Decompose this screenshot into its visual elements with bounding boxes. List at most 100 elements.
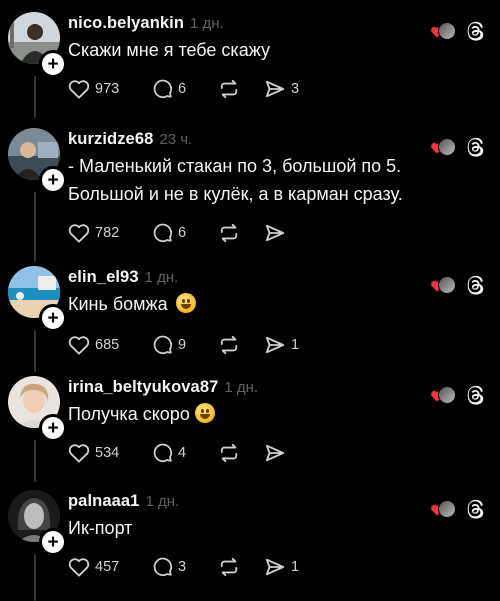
comment-text: - Маленький стакан по 3, большой по 5. Б…	[68, 152, 478, 208]
author-avatar-mini	[438, 276, 456, 294]
reply-count: 3	[178, 558, 187, 575]
username[interactable]: irina_beltyukova87	[68, 378, 218, 397]
repost-arrows-icon	[220, 443, 238, 462]
comment-bubble-icon	[153, 79, 173, 99]
like-count: 457	[95, 558, 120, 575]
comment-text: Кинь бомжа	[68, 290, 478, 318]
repost-button[interactable]	[218, 79, 264, 99]
repost-button[interactable]	[218, 443, 264, 463]
thread-line	[34, 554, 36, 601]
liked-by-author-indicator	[430, 386, 456, 404]
share-button[interactable]: 1	[264, 335, 314, 355]
like-button[interactable]: 534	[68, 443, 152, 463]
repost-button[interactable]	[218, 557, 264, 577]
thread-line	[34, 440, 36, 482]
heart-outline-icon	[68, 557, 90, 577]
repost-button[interactable]	[218, 223, 264, 243]
repost-button[interactable]	[218, 335, 264, 355]
liked-by-author-indicator	[430, 276, 456, 294]
threads-logo-icon[interactable]	[464, 384, 486, 406]
share-button[interactable]	[264, 443, 314, 463]
comment-bubble-icon	[153, 557, 173, 577]
share-button[interactable]	[264, 223, 314, 243]
username[interactable]: palnaaa1	[68, 492, 139, 511]
timestamp: 23 ч.	[159, 131, 193, 148]
like-count: 534	[95, 444, 120, 461]
timestamp: 1 дн.	[224, 379, 259, 396]
send-arrow-icon	[265, 444, 285, 461]
heart-outline-icon	[68, 335, 90, 355]
reply-button[interactable]: 6	[152, 78, 218, 99]
reply-button[interactable]: 4	[152, 442, 218, 463]
repost-arrows-icon	[220, 335, 238, 354]
repost-arrows-icon	[220, 79, 238, 98]
follow-plus-button[interactable]: +	[39, 304, 67, 332]
share-count: 1	[291, 558, 300, 575]
author-avatar-mini	[438, 22, 456, 40]
liked-by-author-indicator	[430, 138, 456, 156]
send-arrow-icon	[265, 80, 285, 97]
like-button[interactable]: 973	[68, 79, 152, 99]
reply-button[interactable]: 9	[152, 334, 218, 355]
reply-button[interactable]: 3	[152, 556, 218, 577]
username[interactable]: nico.belyankin	[68, 14, 184, 33]
comment-bubble-icon	[153, 223, 173, 243]
repost-arrows-icon	[220, 223, 238, 242]
send-arrow-icon	[265, 336, 285, 353]
like-button[interactable]: 457	[68, 557, 152, 577]
comment-post: + irina_beltyukova87 1 дн. Получка скоро…	[0, 376, 500, 482]
reply-count: 6	[178, 80, 187, 97]
username[interactable]: elin_el93	[68, 268, 139, 287]
author-avatar-mini	[438, 138, 456, 156]
like-count: 782	[95, 224, 120, 241]
like-count: 973	[95, 80, 120, 97]
heart-outline-icon	[68, 79, 90, 99]
follow-plus-button[interactable]: +	[39, 528, 67, 556]
like-button[interactable]: 685	[68, 335, 152, 355]
comment-text-content: Получка скоро	[68, 404, 190, 424]
repost-arrows-icon	[220, 557, 238, 576]
heart-outline-icon	[68, 443, 90, 463]
timestamp: 1 дн.	[190, 15, 224, 32]
comment-post: + palnaaa1 1 дн. Ик-порт 457 3 1	[0, 490, 500, 601]
thread-line	[34, 76, 36, 118]
comment-text: Ик-порт	[68, 514, 478, 542]
send-arrow-icon	[265, 558, 285, 575]
threads-logo-icon[interactable]	[464, 20, 486, 42]
comment-post: + elin_el93 1 дн. Кинь бомжа 685 9 1	[0, 266, 500, 372]
comment-bubble-icon	[153, 335, 173, 355]
share-count: 3	[291, 80, 300, 97]
comment-post: + nico.belyankin 1 дн. Скажи мне я тебе …	[0, 12, 500, 118]
comment-text-content: Ик-порт	[68, 518, 133, 538]
reply-count: 6	[178, 224, 187, 241]
timestamp: 1 дн.	[144, 269, 179, 286]
username[interactable]: kurzidze68	[68, 130, 153, 149]
comment-text-content: Скажи мне я тебе скажу	[68, 40, 270, 60]
comment-bubble-icon	[153, 443, 173, 463]
share-count: 1	[291, 336, 300, 353]
threads-logo-icon[interactable]	[464, 136, 486, 158]
follow-plus-button[interactable]: +	[39, 166, 67, 194]
comment-text-content: - Маленький стакан по 3, большой по 5. Б…	[68, 156, 403, 204]
reply-button[interactable]: 6	[152, 222, 218, 243]
thread-line	[34, 330, 36, 372]
liked-by-author-indicator	[430, 500, 456, 518]
share-button[interactable]: 1	[264, 557, 314, 577]
like-count: 685	[95, 336, 120, 353]
threads-logo-icon[interactable]	[464, 274, 486, 296]
timestamp: 1 дн.	[145, 493, 180, 510]
comment-text: Скажи мне я тебе скажу	[68, 36, 478, 64]
send-arrow-icon	[265, 224, 285, 241]
share-button[interactable]: 3	[264, 79, 314, 99]
comments-feed: + nico.belyankin 1 дн. Скажи мне я тебе …	[0, 0, 500, 601]
author-avatar-mini	[438, 386, 456, 404]
threads-logo-icon[interactable]	[464, 498, 486, 520]
smiling-face-emoji	[194, 403, 215, 423]
reply-count: 4	[178, 444, 187, 461]
smiling-face-emoji	[175, 293, 196, 313]
follow-plus-button[interactable]: +	[39, 50, 67, 78]
comment-text: Получка скоро	[68, 400, 478, 428]
follow-plus-button[interactable]: +	[39, 414, 67, 442]
like-button[interactable]: 782	[68, 223, 152, 243]
comment-post: + kurzidze68 23 ч. - Маленький стакан по…	[0, 128, 500, 266]
